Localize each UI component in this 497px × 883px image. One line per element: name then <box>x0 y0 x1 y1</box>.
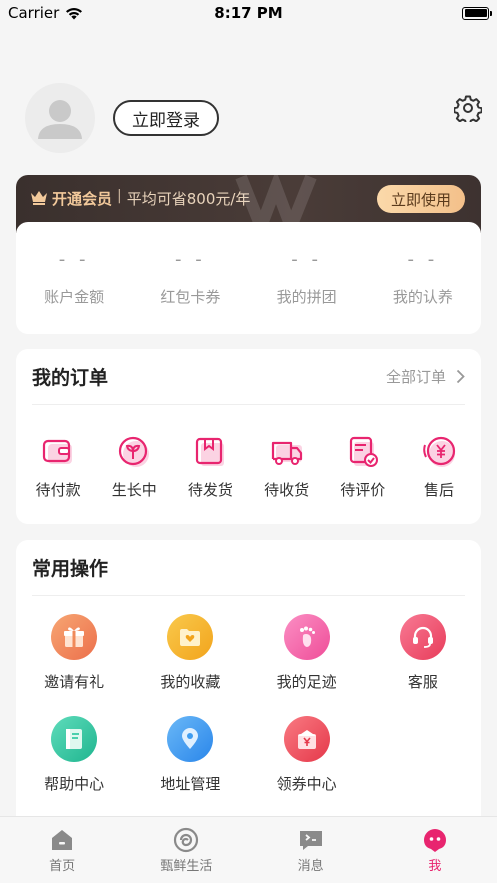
op-label: 我的收藏 <box>160 673 221 691</box>
all-orders-link[interactable]: 全部订单 <box>386 366 465 387</box>
all-orders-label: 全部订单 <box>385 368 446 386</box>
tab-messages[interactable]: 消息 <box>249 817 373 883</box>
op-label: 邀请有礼 <box>44 673 105 691</box>
order-label: 售后 <box>423 481 454 499</box>
avatar[interactable] <box>25 83 95 153</box>
stat-adoption[interactable]: - - 我的认养 <box>365 222 481 334</box>
order-growing[interactable]: 生长中 <box>96 435 172 500</box>
tab-me[interactable]: 我 <box>373 817 497 883</box>
favorite-folder-icon <box>167 614 214 660</box>
tab-bar: 首页 甄鲜生活 消息 我 <box>0 816 497 883</box>
headset-icon <box>399 614 446 660</box>
carrier-label: Carrier <box>8 4 60 22</box>
stat-value: - - <box>407 249 439 270</box>
tab-label: 甄鲜生活 <box>160 859 213 874</box>
tab-home[interactable]: 首页 <box>0 817 124 883</box>
op-customer-service[interactable]: 客服 <box>365 614 481 692</box>
operations-header: 常用操作 <box>32 540 465 596</box>
stat-value: - - <box>58 249 90 270</box>
battery-icon <box>462 6 492 20</box>
op-label: 领券中心 <box>276 775 337 793</box>
status-bar: Carrier 8:17 PM <box>0 0 497 26</box>
stat-label: 账户金额 <box>44 288 105 306</box>
orders-title: 我的订单 <box>32 367 109 389</box>
review-icon <box>349 436 378 467</box>
op-label: 我的足迹 <box>276 673 337 691</box>
gear-icon[interactable] <box>454 94 482 122</box>
stat-label: 我的拼团 <box>276 288 337 306</box>
truck-icon <box>271 441 302 465</box>
wallet-icon <box>42 439 73 464</box>
op-label: 帮助中心 <box>44 775 105 793</box>
tab-life[interactable]: 甄鲜生活 <box>124 817 248 883</box>
orders-card: 我的订单 全部订单 待付款 生长中 待发货 待收货 待评价 售后 <box>16 349 481 524</box>
location-pin-icon <box>167 716 214 762</box>
crown-icon <box>31 191 47 205</box>
footprint-icon <box>283 614 330 660</box>
operations-title: 常用操作 <box>32 558 109 580</box>
order-label: 生长中 <box>111 481 157 499</box>
stat-label: 我的认养 <box>392 288 453 306</box>
order-to-ship[interactable]: 待发货 <box>172 435 248 500</box>
profile-icon <box>423 829 446 852</box>
gift-icon <box>51 614 98 660</box>
stat-group-buy[interactable]: - - 我的拼团 <box>249 222 365 334</box>
order-to-receive[interactable]: 待收货 <box>249 435 325 500</box>
tab-label: 我 <box>428 859 442 874</box>
op-footprint[interactable]: 我的足迹 <box>249 614 365 692</box>
login-button[interactable]: 立即登录 <box>113 100 219 136</box>
stat-label: 红包卡券 <box>160 288 221 306</box>
order-label: 待付款 <box>35 481 81 499</box>
op-label: 地址管理 <box>160 775 221 793</box>
avatar-placeholder-icon <box>38 100 82 139</box>
wifi-icon <box>66 7 83 19</box>
life-icon <box>174 827 199 853</box>
orders-header: 我的订单 全部订单 <box>32 349 465 405</box>
order-to-review[interactable]: 待评价 <box>325 435 401 500</box>
order-after-sales[interactable]: 售后 <box>401 435 477 500</box>
message-icon <box>299 831 322 850</box>
tab-label: 首页 <box>49 859 76 874</box>
op-label: 客服 <box>407 673 438 691</box>
order-label: 待发货 <box>187 481 233 499</box>
vip-separator: | <box>117 188 122 204</box>
op-help-center[interactable]: 帮助中心 <box>16 716 132 794</box>
package-icon <box>196 437 225 466</box>
tab-label: 消息 <box>297 859 324 874</box>
order-label: 待收货 <box>264 481 310 499</box>
chevron-right-icon <box>456 369 465 384</box>
operations-grid: 邀请有礼 我的收藏 我的足迹 客服 帮助中心 地址管理 领券中心 <box>16 596 481 794</box>
sprout-icon <box>119 436 150 467</box>
vip-use-button[interactable]: 立即使用 <box>377 185 465 213</box>
common-operations-card: 常用操作 邀请有礼 我的收藏 我的足迹 客服 帮助中心 地址管理 领券中心 <box>16 540 481 840</box>
op-invite[interactable]: 邀请有礼 <box>16 614 132 692</box>
op-favorites[interactable]: 我的收藏 <box>132 614 248 692</box>
stat-coupons[interactable]: - - 红包卡券 <box>132 222 248 334</box>
refund-icon <box>423 436 456 467</box>
stat-value: - - <box>175 249 206 270</box>
stat-balance[interactable]: - - 账户金额 <box>16 222 132 334</box>
coupon-icon <box>283 716 330 762</box>
order-status-row: 待付款 生长中 待发货 待收货 待评价 售后 <box>16 435 481 500</box>
vip-title: 开通会员 <box>52 190 113 208</box>
order-label: 待评价 <box>340 481 386 499</box>
account-stats: - - 账户金额 - - 红包卡券 - - 我的拼团 - - 我的认养 <box>16 222 481 334</box>
help-book-icon <box>51 716 98 762</box>
home-icon <box>52 830 73 850</box>
op-coupon-center[interactable]: 领券中心 <box>249 716 365 794</box>
op-address[interactable]: 地址管理 <box>132 716 248 794</box>
order-pending-payment[interactable]: 待付款 <box>20 435 96 500</box>
clock: 8:17 PM <box>214 4 283 22</box>
stat-value: - - <box>291 249 322 270</box>
